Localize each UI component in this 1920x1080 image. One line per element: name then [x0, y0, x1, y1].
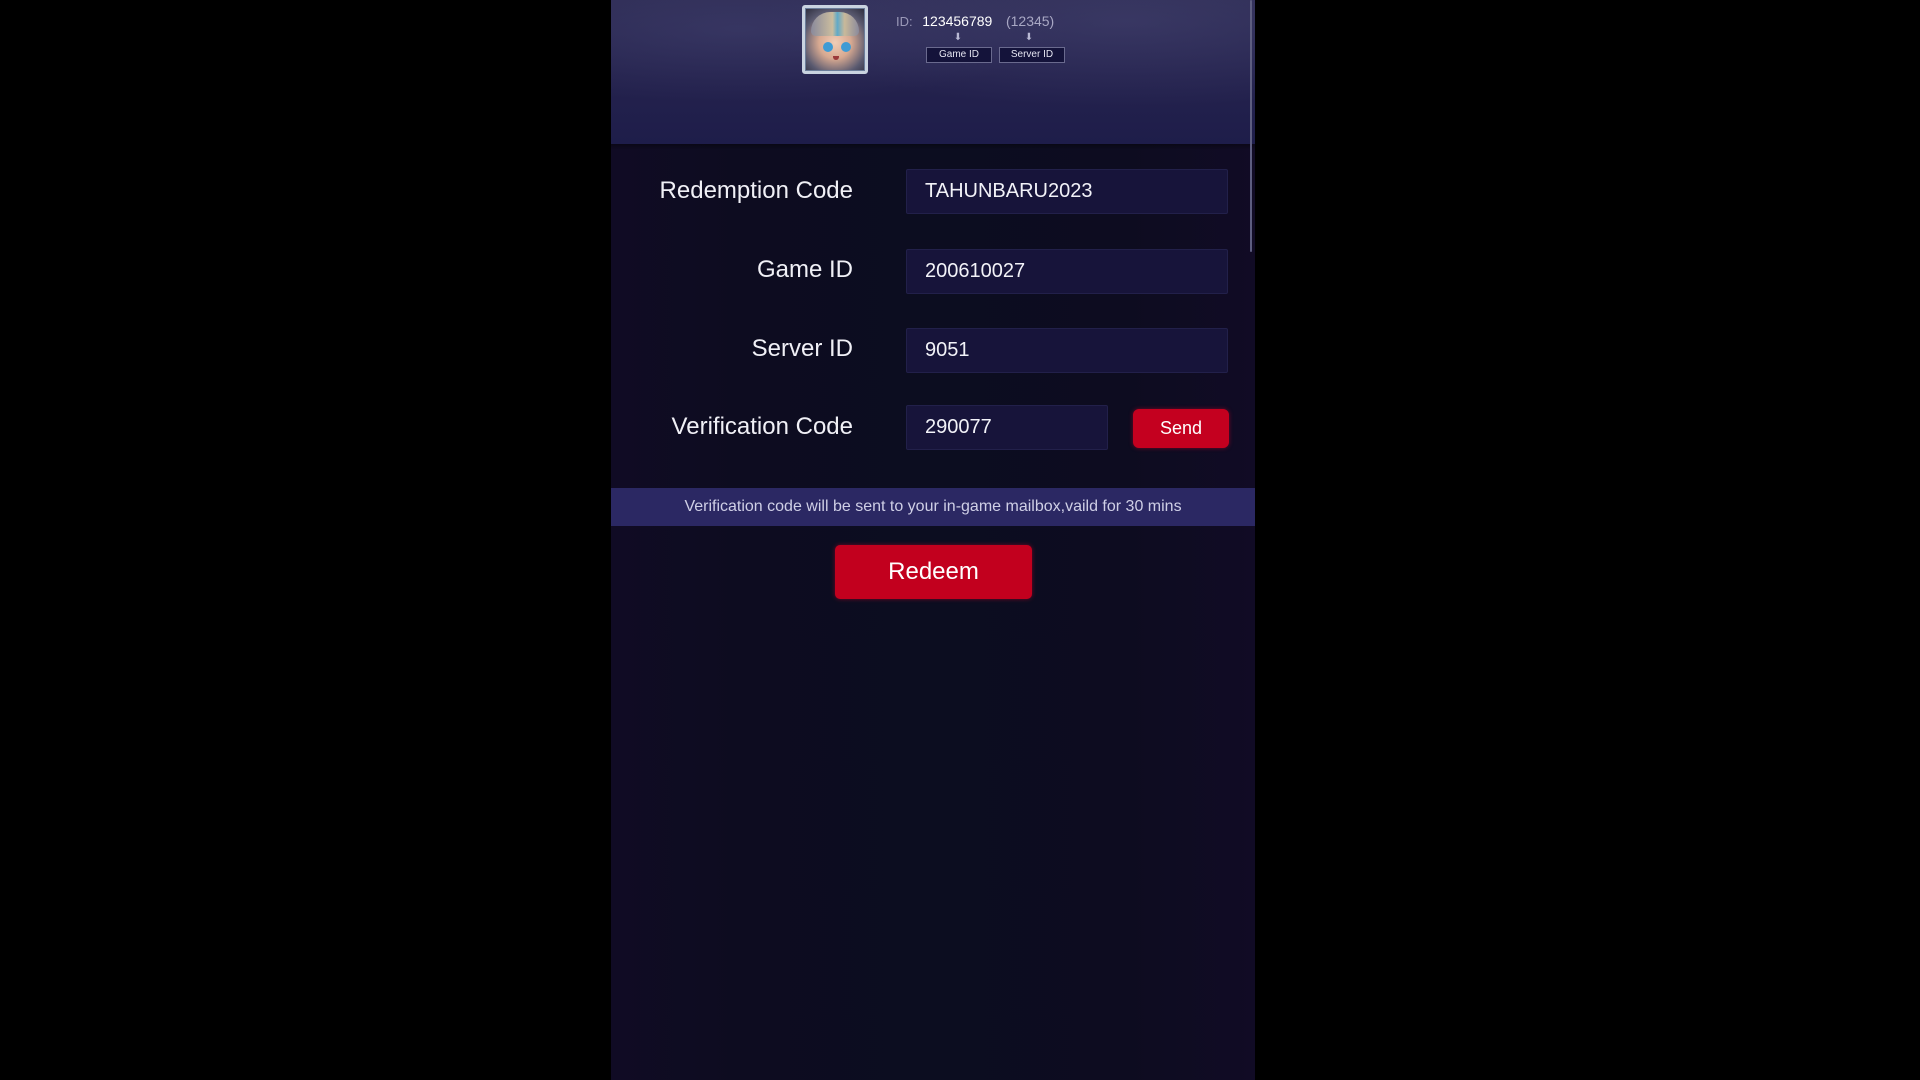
game-id-label: Game ID: [756, 256, 853, 283]
arrow-down-icon: ⬇: [953, 32, 963, 43]
redemption-panel: ID: 123456789 (12345) ⬇ ⬇ Game ID Server…: [611, 0, 1255, 1080]
example-game-id: 123456789: [922, 13, 993, 29]
server-id-label: Server ID: [751, 335, 853, 362]
server-id-tag: Server ID: [999, 47, 1065, 63]
send-code-button[interactable]: Send: [1133, 409, 1229, 448]
scrollbar[interactable]: [1250, 0, 1252, 252]
server-id-input[interactable]: 9051: [906, 328, 1228, 373]
redemption-code-label: Redemption Code: [659, 177, 853, 204]
verification-code-label: Verification Code: [671, 413, 853, 440]
game-id-input[interactable]: 200610027: [906, 249, 1228, 294]
id-hint-line: ID: 123456789 (12345): [896, 13, 1054, 33]
game-id-tag: Game ID: [926, 47, 992, 63]
hero-avatar-icon: [802, 5, 868, 74]
redemption-code-input[interactable]: TAHUNBARU2023: [906, 169, 1228, 214]
example-server-id: (12345): [1005, 13, 1055, 29]
profile-header: ID: 123456789 (12345) ⬇ ⬇ Game ID Server…: [611, 0, 1255, 144]
id-prefix: ID:: [896, 14, 913, 29]
arrow-down-icon: ⬇: [1024, 32, 1034, 43]
redeem-button[interactable]: Redeem: [835, 545, 1032, 599]
verification-code-input[interactable]: 290077: [906, 405, 1108, 450]
verification-info-notice: Verification code will be sent to your i…: [611, 488, 1255, 526]
